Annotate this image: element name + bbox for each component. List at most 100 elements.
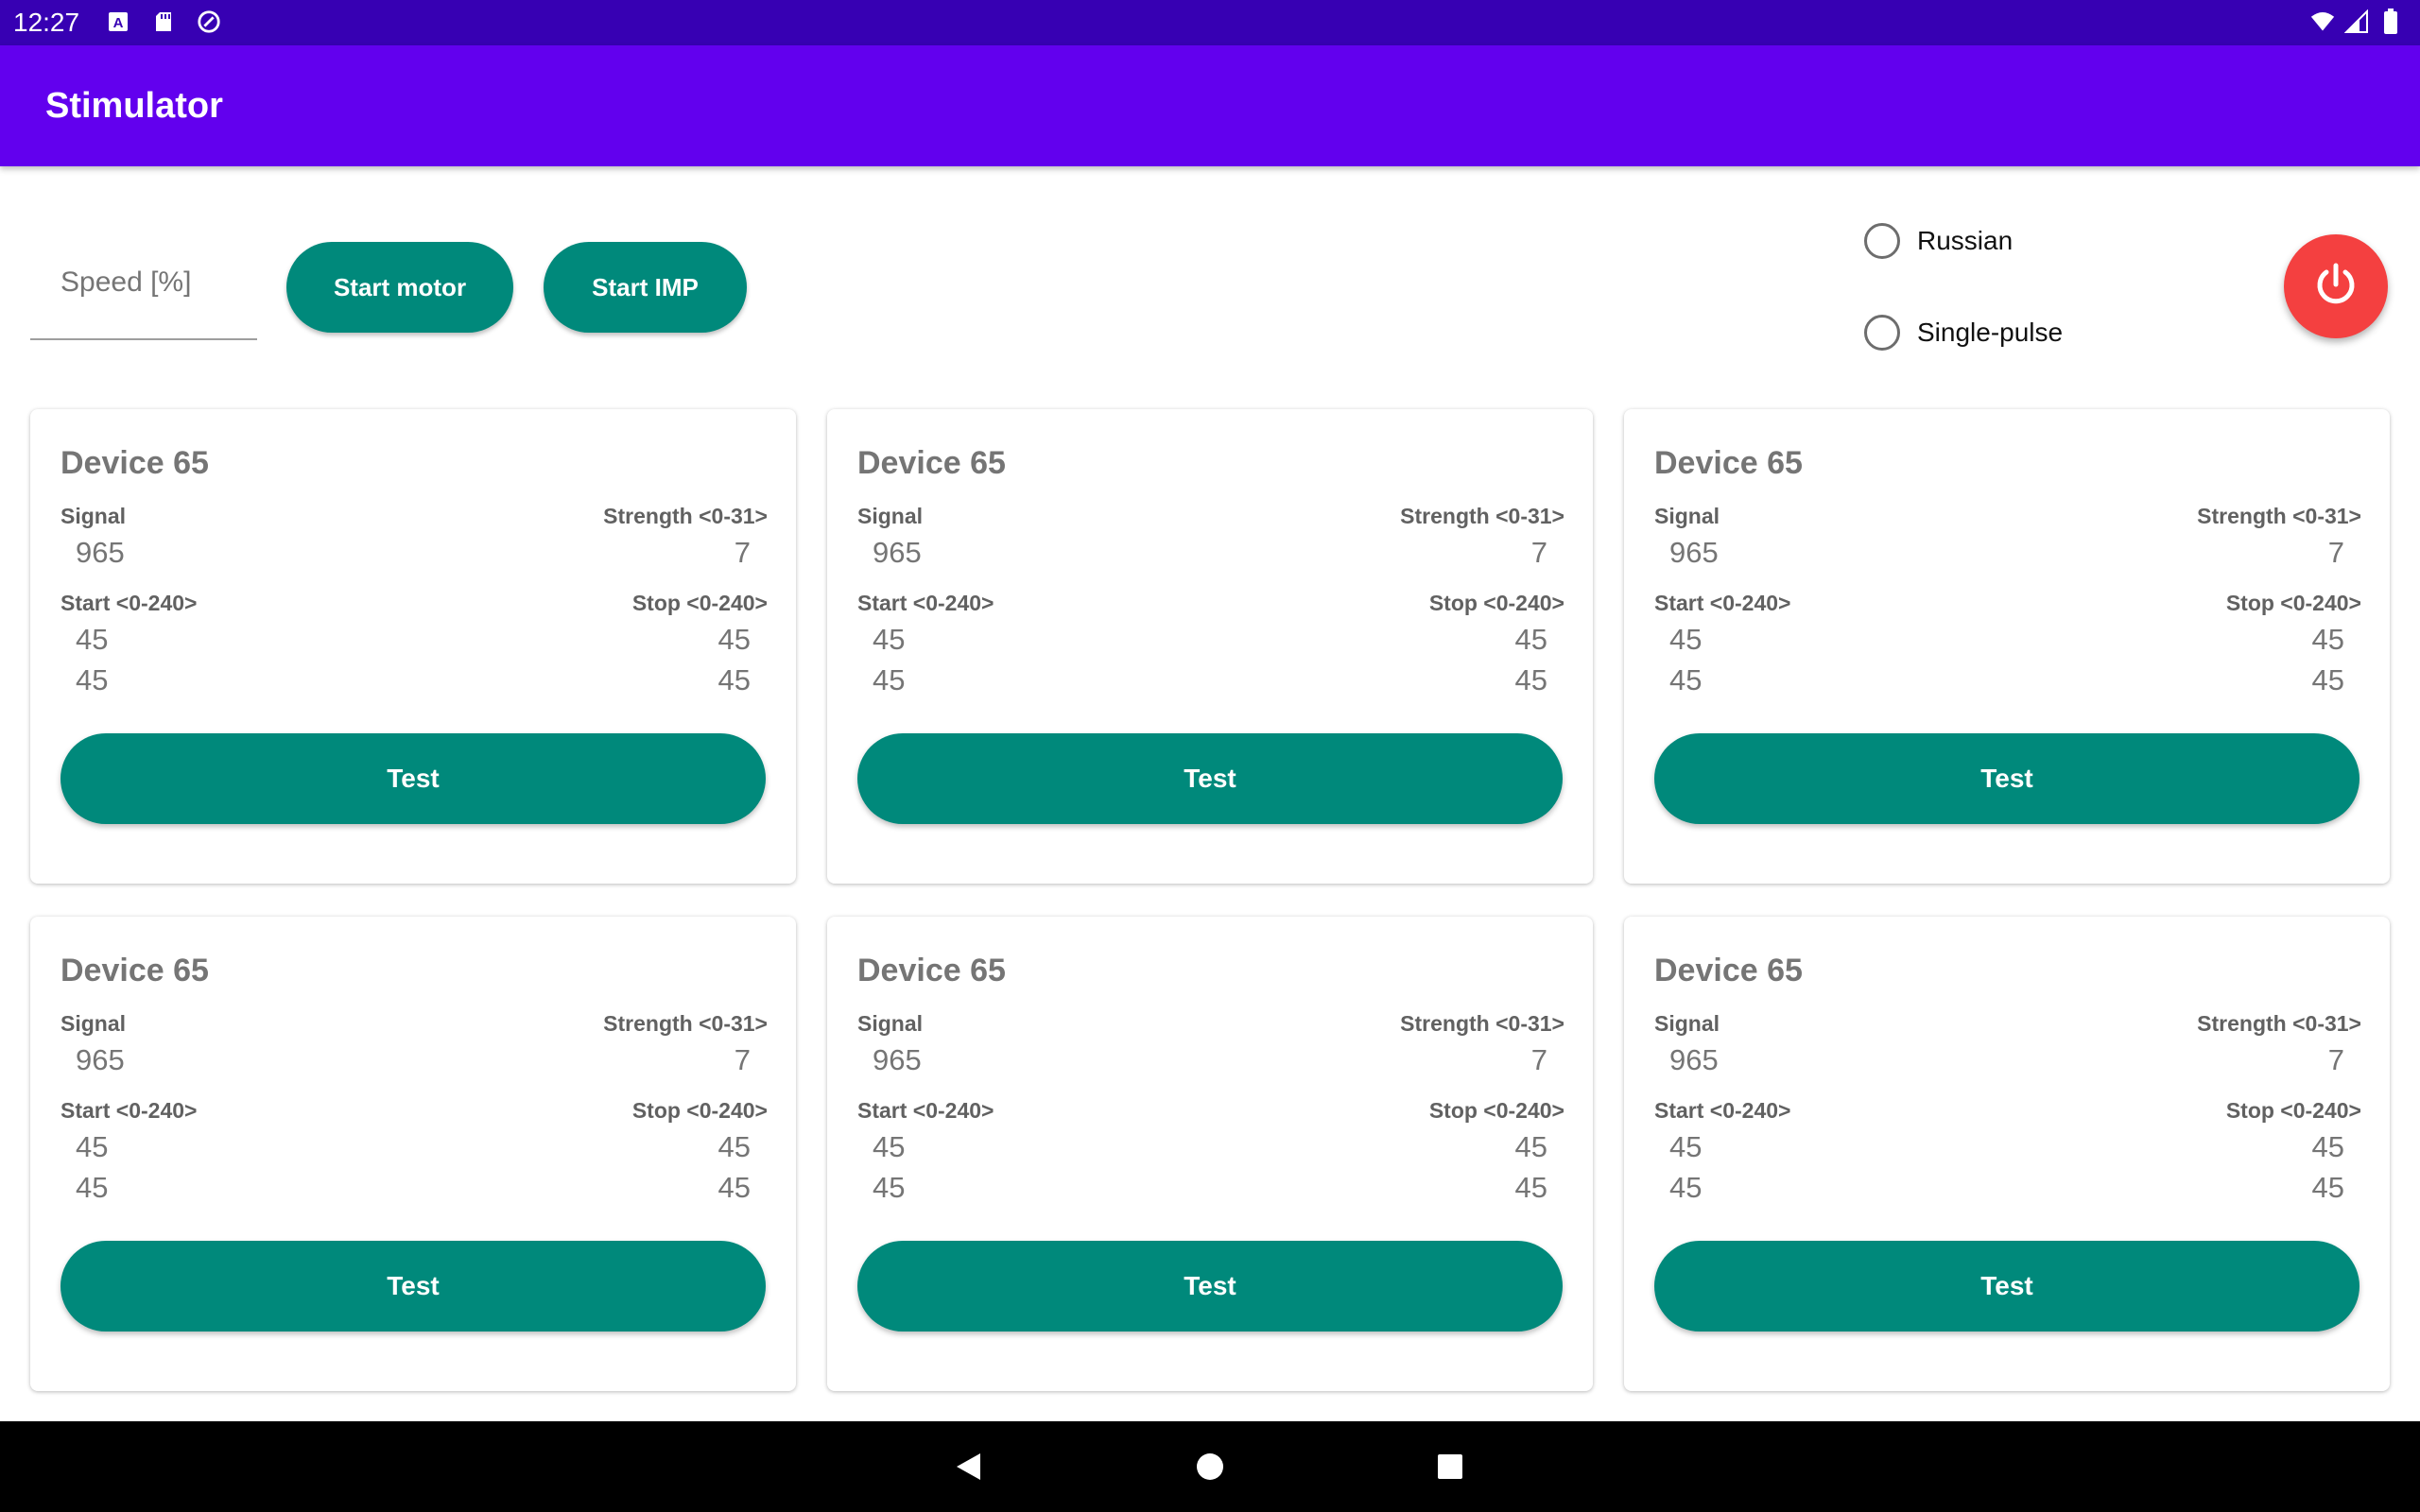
stop-label: Stop <0-240> — [1428, 1098, 1564, 1123]
test-button[interactable]: Test — [1654, 1241, 2360, 1332]
power-icon — [2309, 258, 2362, 316]
start-value-2[interactable]: 45 — [873, 663, 905, 697]
start-label: Start <0-240> — [1654, 591, 1791, 615]
signal-label: Signal — [857, 1011, 924, 1036]
test-button[interactable]: Test — [857, 1241, 1563, 1332]
strength-value[interactable]: 7 — [2328, 536, 2344, 570]
signal-icon — [2344, 9, 2369, 34]
strength-label: Strength <0-31> — [603, 1011, 768, 1036]
signal-value[interactable]: 965 — [873, 536, 922, 570]
signal-value[interactable]: 965 — [873, 1043, 922, 1077]
stop-label: Stop <0-240> — [631, 591, 768, 615]
strength-label: Strength <0-31> — [603, 504, 768, 528]
stop-value-1[interactable]: 45 — [1515, 623, 1547, 657]
back-icon[interactable] — [947, 1446, 989, 1487]
signal-value[interactable]: 965 — [76, 536, 125, 570]
radio-circle-icon[interactable] — [1864, 315, 1900, 351]
wifi-icon — [2310, 9, 2335, 34]
power-button[interactable] — [2284, 234, 2388, 338]
data-saver-icon — [197, 9, 221, 34]
stop-label: Stop <0-240> — [631, 1098, 768, 1123]
signal-label: Signal — [1654, 1011, 1720, 1036]
status-time: 12:27 — [13, 8, 80, 37]
device-title: Device 65 — [857, 445, 1006, 481]
start-label: Start <0-240> — [60, 1098, 198, 1123]
stop-value-2[interactable]: 45 — [718, 663, 751, 697]
stop-label: Stop <0-240> — [2225, 1098, 2361, 1123]
start-label: Start <0-240> — [60, 591, 198, 615]
signal-label: Signal — [857, 504, 924, 528]
strength-value[interactable]: 7 — [1531, 1043, 1547, 1077]
signal-value[interactable]: 965 — [76, 1043, 125, 1077]
start-motor-button[interactable]: Start motor — [286, 242, 513, 333]
strength-label: Strength <0-31> — [1400, 1011, 1564, 1036]
a-box-icon: A — [106, 9, 130, 34]
stop-value-1[interactable]: 45 — [2312, 623, 2344, 657]
speed-field[interactable] — [30, 248, 257, 340]
radio-russian[interactable]: Russian — [1864, 223, 2013, 259]
stop-value-2[interactable]: 45 — [1515, 663, 1547, 697]
test-button[interactable]: Test — [1654, 733, 2360, 824]
start-label: Start <0-240> — [1654, 1098, 1791, 1123]
signal-value[interactable]: 965 — [1669, 1043, 1719, 1077]
app-title: Stimulator — [45, 86, 223, 126]
device-title: Device 65 — [60, 445, 209, 481]
start-value-1[interactable]: 45 — [1669, 623, 1702, 657]
test-button[interactable]: Test — [60, 1241, 766, 1332]
device-title: Device 65 — [1654, 445, 1803, 481]
start-value-2[interactable]: 45 — [76, 663, 108, 697]
radio-single-pulse-label: Single-pulse — [1917, 318, 2064, 347]
stop-value-2[interactable]: 45 — [1515, 1171, 1547, 1205]
start-value-2[interactable]: 45 — [873, 1171, 905, 1205]
start-value-2[interactable]: 45 — [1669, 663, 1702, 697]
app-bar: Stimulator — [0, 45, 2420, 166]
start-value-2[interactable]: 45 — [1669, 1171, 1702, 1205]
device-title: Device 65 — [857, 953, 1006, 988]
stop-label: Stop <0-240> — [2225, 591, 2361, 615]
speed-input[interactable] — [30, 248, 257, 299]
device-card: Device 65 Signal Strength <0-31> 965 7 S… — [30, 409, 796, 884]
sd-card-icon — [151, 9, 176, 34]
signal-label: Signal — [60, 504, 127, 528]
radio-circle-icon[interactable] — [1864, 223, 1900, 259]
stop-value-1[interactable]: 45 — [1515, 1130, 1547, 1164]
svg-text:A: A — [113, 15, 124, 31]
strength-value[interactable]: 7 — [2328, 1043, 2344, 1077]
device-card: Device 65 Signal Strength <0-31> 965 7 S… — [1624, 409, 2390, 884]
device-card: Device 65 Signal Strength <0-31> 965 7 S… — [827, 409, 1593, 884]
start-label: Start <0-240> — [857, 1098, 994, 1123]
start-value-1[interactable]: 45 — [1669, 1130, 1702, 1164]
start-imp-button[interactable]: Start IMP — [544, 242, 747, 333]
stop-value-2[interactable]: 45 — [2312, 1171, 2344, 1205]
strength-label: Strength <0-31> — [1400, 504, 1564, 528]
stop-label: Stop <0-240> — [1428, 591, 1564, 615]
test-button[interactable]: Test — [60, 733, 766, 824]
battery-icon — [2378, 9, 2403, 34]
strength-value[interactable]: 7 — [1531, 536, 1547, 570]
device-title: Device 65 — [1654, 953, 1803, 988]
strength-label: Strength <0-31> — [2197, 504, 2361, 528]
signal-value[interactable]: 965 — [1669, 536, 1719, 570]
signal-label: Signal — [60, 1011, 127, 1036]
stop-value-2[interactable]: 45 — [718, 1171, 751, 1205]
recents-icon[interactable] — [1429, 1446, 1471, 1487]
strength-label: Strength <0-31> — [2197, 1011, 2361, 1036]
radio-russian-label: Russian — [1917, 226, 2014, 255]
device-card: Device 65 Signal Strength <0-31> 965 7 S… — [827, 917, 1593, 1391]
strength-value[interactable]: 7 — [735, 1043, 751, 1077]
start-value-1[interactable]: 45 — [76, 623, 108, 657]
start-value-1[interactable]: 45 — [76, 1130, 108, 1164]
start-value-1[interactable]: 45 — [873, 1130, 905, 1164]
stop-value-1[interactable]: 45 — [718, 623, 751, 657]
test-button[interactable]: Test — [857, 733, 1563, 824]
radio-single-pulse[interactable]: Single-pulse — [1864, 315, 2063, 351]
start-label: Start <0-240> — [857, 591, 994, 615]
stop-value-2[interactable]: 45 — [2312, 663, 2344, 697]
strength-value[interactable]: 7 — [735, 536, 751, 570]
start-value-2[interactable]: 45 — [76, 1171, 108, 1205]
stop-value-1[interactable]: 45 — [2312, 1130, 2344, 1164]
home-icon[interactable] — [1189, 1446, 1231, 1487]
start-value-1[interactable]: 45 — [873, 623, 905, 657]
stop-value-1[interactable]: 45 — [718, 1130, 751, 1164]
device-card: Device 65 Signal Strength <0-31> 965 7 S… — [1624, 917, 2390, 1391]
